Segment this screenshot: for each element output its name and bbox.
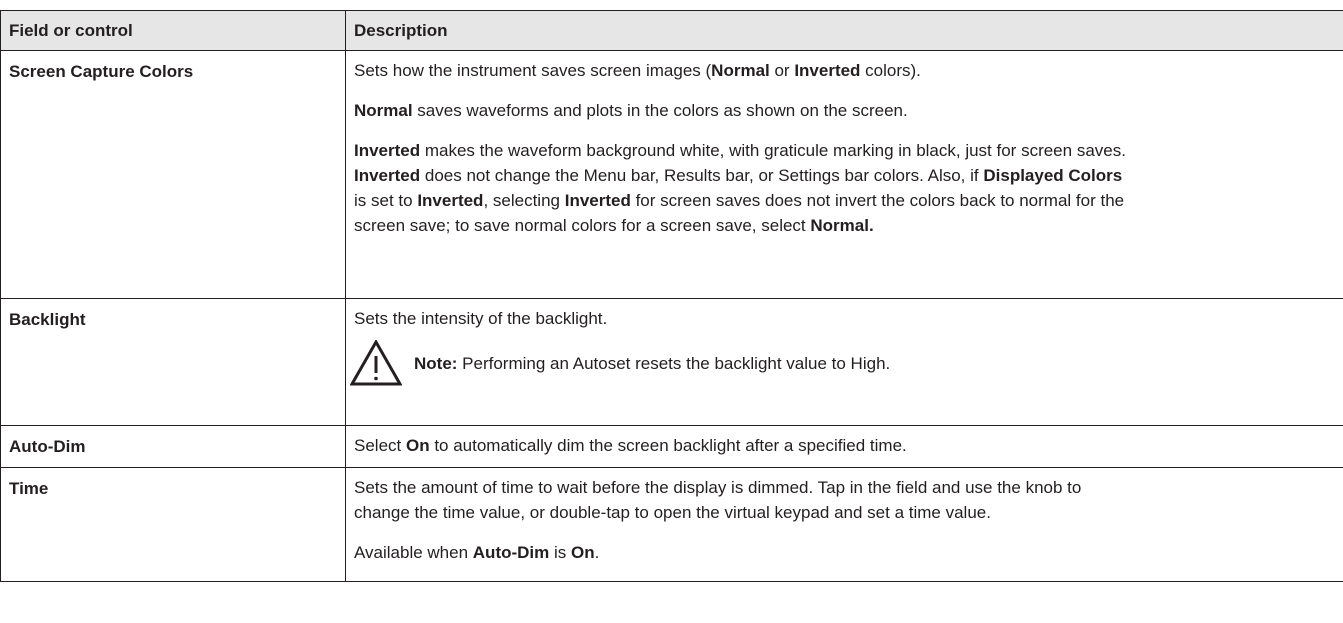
field-auto-dim: Auto-Dim — [1, 426, 346, 468]
description-paragraph: Normal saves waveforms and plots in the … — [354, 98, 1338, 123]
description-paragraph: Select On to automatically dim the scree… — [354, 433, 1338, 458]
description-paragraph: Sets the intensity of the backlight. — [354, 306, 1338, 331]
description-paragraph: Sets how the instrument saves screen ima… — [354, 58, 1338, 83]
header-field-or-control: Field or control — [1, 11, 346, 51]
table-row: Backlight Sets the intensity of the back… — [1, 299, 1343, 426]
note-callout: Note: Performing an Autoset resets the b… — [350, 340, 1338, 386]
description-time: Sets the amount of time to wait before t… — [346, 468, 1343, 582]
description-paragraph: Sets the amount of time to wait before t… — [354, 475, 1338, 525]
note-text: Note: Performing an Autoset resets the b… — [414, 351, 890, 376]
table-row: Auto-Dim Select On to automatically dim … — [1, 426, 1343, 468]
field-screen-capture-colors: Screen Capture Colors — [1, 51, 346, 299]
field-backlight: Backlight — [1, 299, 346, 426]
table-row: Screen Capture Colors Sets how the instr… — [1, 51, 1343, 299]
settings-table: Field or control Description Screen Capt… — [0, 10, 1343, 582]
table-row: Time Sets the amount of time to wait bef… — [1, 468, 1343, 582]
description-paragraph: Available when Auto-Dim is On. — [354, 540, 1338, 565]
table-header-row: Field or control Description — [1, 11, 1343, 51]
field-time: Time — [1, 468, 346, 582]
warning-triangle-icon — [350, 340, 402, 386]
header-description: Description — [346, 11, 1343, 51]
description-paragraph: Inverted makes the waveform background w… — [354, 138, 1338, 238]
description-screen-capture-colors: Sets how the instrument saves screen ima… — [346, 51, 1343, 299]
description-backlight: Sets the intensity of the backlight. Not… — [346, 299, 1343, 426]
description-auto-dim: Select On to automatically dim the scree… — [346, 426, 1343, 468]
